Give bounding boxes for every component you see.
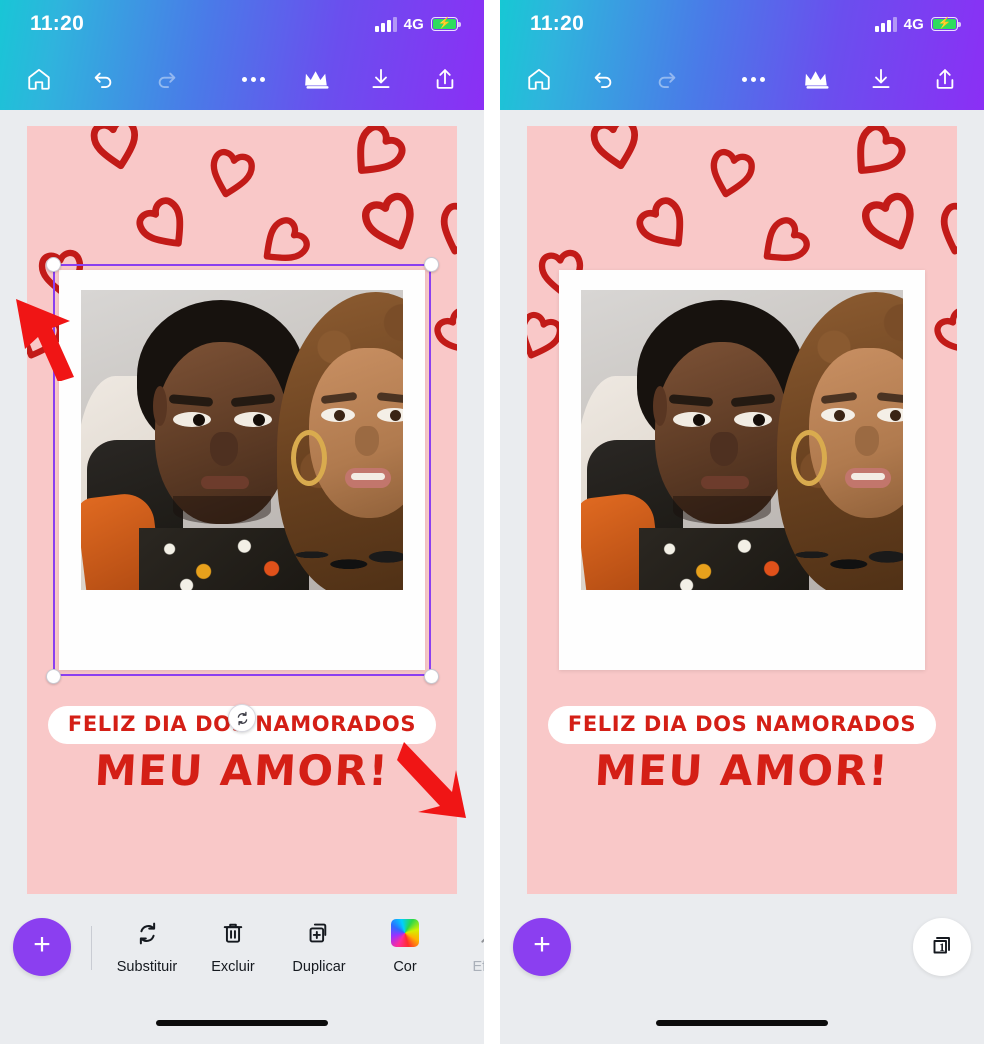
- heart-icon: [920, 293, 957, 374]
- replace-icon: [134, 918, 161, 948]
- photo-image[interactable]: [581, 290, 903, 590]
- more-icon[interactable]: [736, 62, 770, 96]
- action-duplicar[interactable]: Duplicar: [276, 918, 362, 975]
- heart-icon: [579, 126, 653, 180]
- editor-toolbar: [500, 48, 984, 110]
- heart-icon: [696, 138, 766, 208]
- download-icon[interactable]: [364, 62, 398, 96]
- heart-icon: [832, 126, 922, 197]
- redo-icon[interactable]: [650, 62, 684, 96]
- action-efeito[interactable]: Efeito: [448, 918, 484, 975]
- photo-frame[interactable]: [559, 270, 925, 670]
- bottom-toolbar: + Substituir Excluir Duplicar Cor E: [0, 900, 484, 1044]
- toolbar-right-group: [236, 62, 462, 96]
- action-label: Substituir: [116, 959, 178, 975]
- network-type-label: 4G: [403, 15, 424, 33]
- left-screenshot-panel: 11:20 4G ⚡ FELIZ DIA DOS NAMORADOS MEU A…: [0, 0, 484, 1044]
- duplicate-icon: [306, 918, 332, 948]
- heart-icon: [120, 181, 207, 268]
- status-time: 11:20: [30, 12, 85, 35]
- text-pill[interactable]: FELIZ DIA DOS NAMORADOS: [547, 706, 937, 744]
- pages-count: 1: [939, 942, 945, 954]
- resize-handle-top-left[interactable]: [46, 257, 61, 272]
- screenshot-root: 11:20 4G ⚡ FELIZ DIA DOS NAMORADOS MEU A…: [0, 0, 984, 1044]
- toolbar-left-group: [522, 62, 684, 96]
- heart-icon: [347, 178, 436, 267]
- status-time: 11:20: [530, 12, 585, 35]
- toolbar-right-group: [736, 62, 962, 96]
- add-element-label: +: [533, 928, 551, 961]
- pages-button[interactable]: 1: [913, 918, 971, 976]
- action-label: Excluir: [211, 959, 255, 975]
- design-canvas[interactable]: FELIZ DIA DOS NAMORADOS MEU AMOR!: [27, 126, 457, 894]
- heart-icon: [423, 190, 457, 268]
- canvas-area: FELIZ DIA DOS NAMORADOS MEU AMOR!: [0, 110, 484, 900]
- redo-icon[interactable]: [150, 62, 184, 96]
- right-screenshot-panel: 11:20 4G ⚡ FELIZ DIA DOS NAMORADOS MEU A…: [500, 0, 984, 1044]
- home-icon[interactable]: [522, 62, 556, 96]
- undo-icon[interactable]: [86, 62, 120, 96]
- status-bar: 11:20 4G ⚡: [0, 0, 484, 48]
- add-element-button[interactable]: +: [13, 918, 71, 976]
- action-excluir[interactable]: Excluir: [190, 918, 276, 975]
- heart-icon: [332, 126, 422, 197]
- design-text-block[interactable]: FELIZ DIA DOS NAMORADOS MEU AMOR!: [527, 706, 957, 795]
- crown-icon[interactable]: [800, 62, 834, 96]
- headline-text: FELIZ DIA DOS NAMORADOS: [567, 712, 917, 736]
- action-cor[interactable]: Cor: [362, 918, 448, 975]
- battery-charging-icon: ⚡: [931, 17, 961, 31]
- element-actions: Substituir Excluir Duplicar Cor E: [92, 918, 484, 975]
- status-bar: 11:20 4G ⚡: [500, 0, 984, 48]
- heart-icon: [847, 178, 936, 267]
- subheadline-text: MEU AMOR!: [593, 746, 891, 795]
- share-icon[interactable]: [428, 62, 462, 96]
- home-indicator: [156, 1020, 328, 1026]
- heart-icon: [196, 138, 266, 208]
- action-label: Efeito: [472, 959, 484, 975]
- share-icon[interactable]: [928, 62, 962, 96]
- more-icon[interactable]: [236, 62, 270, 96]
- color-swatch-icon: [391, 918, 419, 948]
- add-element-button[interactable]: +: [513, 918, 571, 976]
- selection-bounding-box: [53, 264, 431, 676]
- pages-icon: 1: [927, 932, 957, 962]
- editor-toolbar: [0, 48, 484, 110]
- resize-handle-bottom-left[interactable]: [46, 669, 61, 684]
- status-indicators: 4G ⚡: [875, 15, 961, 33]
- rotate-icon[interactable]: [228, 704, 256, 732]
- action-label: Duplicar: [292, 959, 346, 975]
- battery-charging-icon: ⚡: [431, 17, 461, 31]
- heart-icon: [620, 181, 707, 268]
- status-indicators: 4G ⚡: [375, 15, 461, 33]
- network-type-label: 4G: [903, 15, 924, 33]
- download-icon[interactable]: [864, 62, 898, 96]
- resize-handle-bottom-right[interactable]: [424, 669, 439, 684]
- resize-handle-top-right[interactable]: [424, 257, 439, 272]
- undo-icon[interactable]: [586, 62, 620, 96]
- action-substituir[interactable]: Substituir: [104, 918, 190, 975]
- heart-icon: [79, 126, 153, 180]
- crown-icon[interactable]: [300, 62, 334, 96]
- canvas-area: FELIZ DIA DOS NAMORADOS MEU AMOR!: [500, 110, 984, 900]
- toolbar-left-group: [22, 62, 184, 96]
- design-canvas[interactable]: FELIZ DIA DOS NAMORADOS MEU AMOR!: [527, 126, 957, 894]
- app-header: 11:20 4G ⚡: [0, 0, 484, 110]
- add-element-label: +: [33, 928, 51, 961]
- trash-icon: [220, 918, 246, 948]
- panel-gap: [484, 0, 500, 1044]
- home-indicator: [656, 1020, 828, 1026]
- home-icon[interactable]: [22, 62, 56, 96]
- signal-bars-icon: [375, 16, 397, 32]
- subheadline-text: MEU AMOR!: [93, 746, 391, 795]
- app-header: 11:20 4G ⚡: [500, 0, 984, 110]
- action-label: Cor: [393, 959, 417, 975]
- bottom-toolbar: + 1: [500, 900, 984, 1044]
- heart-icon: [923, 190, 957, 268]
- signal-bars-icon: [875, 16, 897, 32]
